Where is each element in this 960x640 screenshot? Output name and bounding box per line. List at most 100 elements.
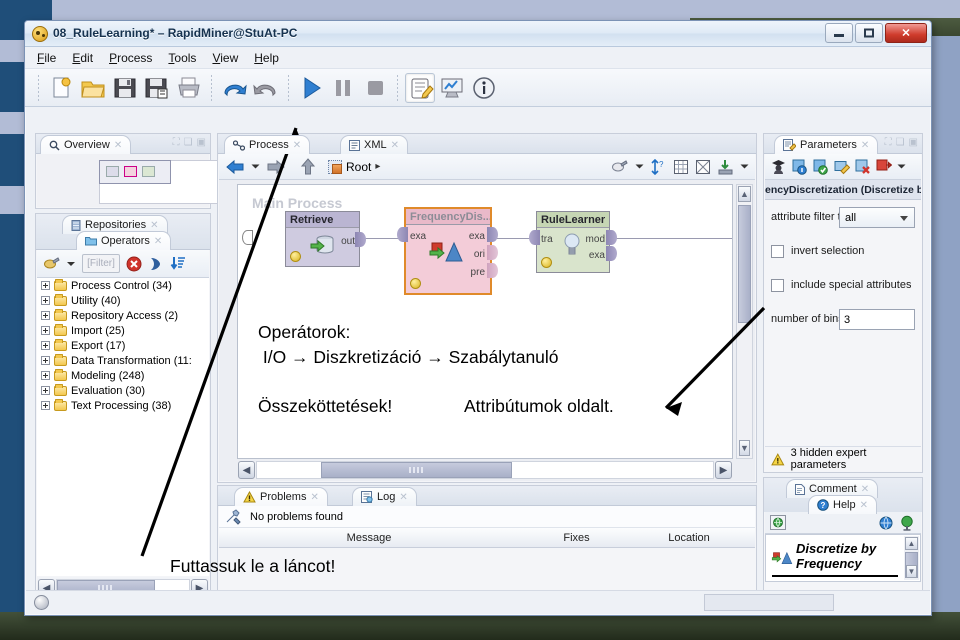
canvas-hscrollbar[interactable]: ◀ ▶ <box>237 461 733 479</box>
help-content[interactable]: Discretize by Frequency ▲ ▼ <box>765 534 921 582</box>
attribute-filter-type-select[interactable]: all <box>839 206 915 228</box>
tree-item[interactable]: Data Transformation (11: <box>37 353 209 368</box>
globe-icon[interactable] <box>899 515 916 531</box>
tree-item[interactable]: Text Processing (38) <box>37 398 209 413</box>
forward-arrow-icon[interactable] <box>266 159 286 175</box>
expand-icon[interactable] <box>41 326 50 335</box>
operator-frequency-discretization[interactable]: FrequencyDis... exa exa ori pre <box>397 207 498 295</box>
info-icon[interactable] <box>469 73 499 103</box>
close-icon[interactable]: ✕ <box>861 484 869 495</box>
save-icon[interactable] <box>110 73 140 103</box>
number-of-bins-input[interactable]: 3 <box>839 308 915 330</box>
param-include-special-attributes[interactable]: include special attributes <box>765 268 921 302</box>
close-icon[interactable]: ✕ <box>150 220 158 231</box>
scroll-up-button[interactable]: ▲ <box>905 537 918 550</box>
tree-item[interactable]: Utility (40) <box>37 293 209 308</box>
pin-icon[interactable]: ▣ <box>909 137 918 148</box>
output-port-out[interactable] <box>355 232 366 247</box>
scroll-left-button[interactable]: ◀ <box>238 461 255 479</box>
dropdown-caret-icon[interactable] <box>740 163 749 170</box>
float-icon[interactable]: ❏ <box>184 137 193 148</box>
design-view-icon[interactable] <box>405 72 435 103</box>
menu-item-edit[interactable]: Edit <box>72 51 93 65</box>
tab-overview[interactable]: Overview ✕ <box>40 135 132 154</box>
view-mode-icon[interactable] <box>43 256 60 271</box>
tab-log[interactable]: Log ✕ <box>352 487 417 506</box>
dropdown-caret-icon[interactable] <box>897 163 906 170</box>
output-port-exa[interactable] <box>487 227 498 242</box>
export-icon[interactable] <box>717 159 734 175</box>
export-param-icon[interactable] <box>876 159 892 175</box>
print-icon[interactable] <box>174 73 204 103</box>
wiki-icon[interactable] <box>878 515 895 531</box>
restore-button[interactable] <box>855 23 883 43</box>
close-icon[interactable]: ✕ <box>860 500 868 511</box>
tab-help[interactable]: ? Help ✕ <box>808 495 878 514</box>
chevron-down-icon[interactable] <box>900 215 908 221</box>
minimize-button[interactable] <box>825 23 853 43</box>
dropdown-caret-icon[interactable] <box>635 163 644 170</box>
operator-tree[interactable]: Process Control (34) Utility (40) Reposi… <box>37 278 209 576</box>
expand-icon[interactable] <box>41 401 50 410</box>
menu-item-help[interactable]: Help <box>254 51 279 65</box>
menu-item-file[interactable]: FFileile <box>37 51 56 65</box>
dropdown-caret-icon[interactable] <box>251 163 260 170</box>
expand-icon[interactable] <box>41 311 50 320</box>
stop-process-icon[interactable] <box>360 73 390 103</box>
expand-icon[interactable] <box>41 296 50 305</box>
scroll-down-button[interactable]: ▼ <box>739 440 750 456</box>
tree-item[interactable]: Process Control (34) <box>37 278 209 293</box>
output-port-exa[interactable] <box>606 246 617 261</box>
back-arrow-icon[interactable] <box>225 159 245 175</box>
save-as-icon[interactable] <box>142 73 172 103</box>
tab-process[interactable]: Process ✕ <box>224 135 311 154</box>
scroll-down-button[interactable]: ▼ <box>906 565 917 578</box>
hidden-expert-parameters-note[interactable]: 3 hidden expert parameters <box>765 446 921 471</box>
delete-param-icon[interactable] <box>855 159 871 175</box>
scroll-right-button[interactable]: ▶ <box>715 461 732 479</box>
process-input-port[interactable] <box>242 230 253 245</box>
maximize-icon[interactable]: ⛶ <box>885 137 892 148</box>
close-icon[interactable]: ✕ <box>114 140 122 151</box>
tree-item[interactable]: Modeling (248) <box>37 368 209 383</box>
expert-mode-icon[interactable] <box>770 159 787 175</box>
output-port-mod[interactable] <box>606 230 617 245</box>
canvas-vscrollbar[interactable]: ▲ ▼ <box>736 184 753 459</box>
float-icon[interactable]: ❏ <box>896 137 905 148</box>
expand-icon[interactable] <box>41 356 50 365</box>
close-button[interactable]: ✕ <box>885 23 927 43</box>
redo-icon[interactable] <box>251 73 281 103</box>
layout-icon[interactable] <box>611 159 629 174</box>
info-param-icon[interactable] <box>792 159 808 175</box>
expand-icon[interactable] <box>41 386 50 395</box>
breadcrumb-arrow-icon[interactable]: ▸ <box>375 161 380 172</box>
menu-item-process[interactable]: Process <box>109 51 152 65</box>
expand-icon[interactable] <box>41 371 50 380</box>
column-header-fixes[interactable]: Fixes <box>519 532 634 544</box>
tab-operators[interactable]: Operators ✕ <box>76 231 172 250</box>
close-icon[interactable]: ✕ <box>399 492 407 503</box>
run-process-icon[interactable] <box>296 73 326 103</box>
menu-item-tools[interactable]: Tools <box>168 51 196 65</box>
tab-parameters[interactable]: Parameters ✕ <box>774 135 879 154</box>
scroll-thumb[interactable] <box>320 462 513 478</box>
close-icon[interactable]: ✕ <box>310 492 318 503</box>
scroll-track[interactable] <box>256 461 714 479</box>
filter-input[interactable]: [Filter] <box>82 254 120 273</box>
expand-icon[interactable] <box>41 281 50 290</box>
output-port-ori[interactable] <box>487 245 498 260</box>
sort-icon[interactable] <box>170 256 186 272</box>
close-icon[interactable]: ✕ <box>391 140 399 151</box>
expand-icon[interactable] <box>41 341 50 350</box>
scroll-thumb[interactable] <box>738 205 751 323</box>
help-vscrollbar[interactable]: ▲ ▼ <box>904 536 919 580</box>
output-port-pre[interactable] <box>487 263 498 278</box>
menu-item-view[interactable]: View <box>212 51 238 65</box>
tab-xml[interactable]: XML ✕ <box>340 135 409 154</box>
fit-icon[interactable] <box>695 159 711 175</box>
clear-filter-icon[interactable] <box>126 256 142 272</box>
search-icon[interactable] <box>148 256 164 272</box>
home-help-icon[interactable] <box>770 514 787 531</box>
pause-process-icon[interactable] <box>328 73 358 103</box>
auto-arrange-icon[interactable]: ? <box>650 158 667 175</box>
